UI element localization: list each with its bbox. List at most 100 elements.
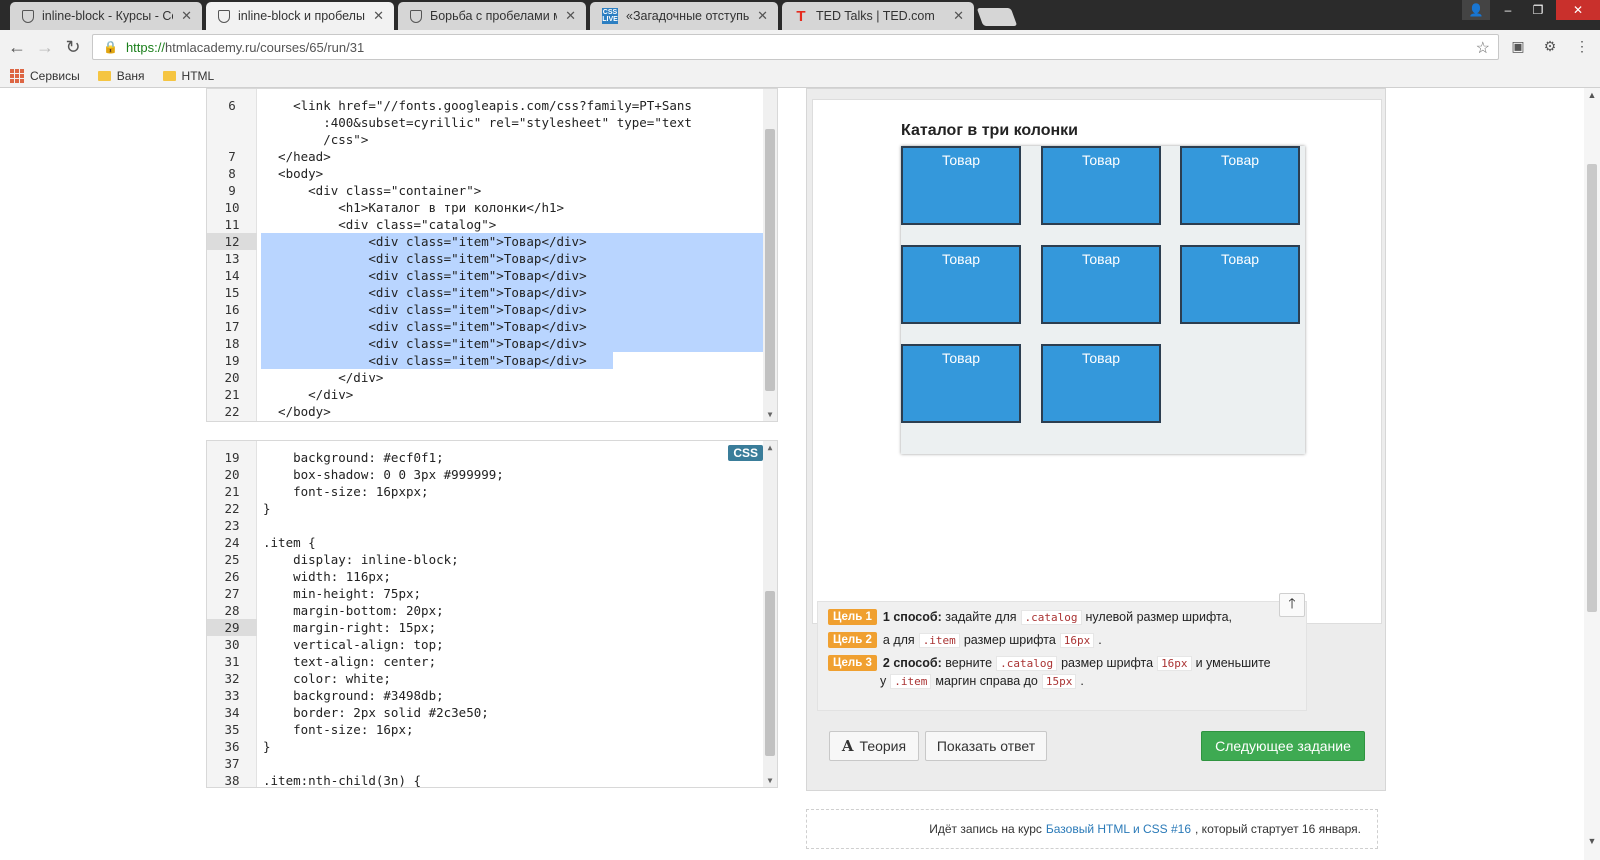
css-code-editor[interactable]: 19 background: #ecf0f1; 20 box-shadow: 0 … bbox=[206, 440, 778, 788]
code-line[interactable]: /css"> bbox=[207, 131, 747, 148]
code-line[interactable]: 25 display: inline-block; bbox=[207, 551, 747, 568]
minimize-icon[interactable]: – bbox=[1494, 0, 1522, 20]
code-line[interactable]: 22} bbox=[207, 500, 747, 517]
close-icon[interactable]: ✕ bbox=[181, 8, 192, 24]
extension-icon[interactable]: ⚙ bbox=[1540, 36, 1560, 56]
code-line[interactable]: 15 <div class="item">Товар</div> bbox=[207, 284, 747, 301]
course-link[interactable]: Базовый HTML и CSS #16 bbox=[1046, 822, 1191, 836]
code-line[interactable]: 14 <div class="item">Товар</div> bbox=[207, 267, 747, 284]
code-line[interactable]: 29 margin-right: 15px; bbox=[207, 619, 747, 636]
next-task-button[interactable]: Следующее задание bbox=[1201, 731, 1365, 761]
code-line[interactable]: 21 </div> bbox=[207, 386, 747, 403]
close-icon[interactable]: ✕ bbox=[565, 8, 576, 24]
code-line[interactable]: 20 </div> bbox=[207, 369, 747, 386]
code-line[interactable]: 21 font-size: 16pxpx; bbox=[207, 483, 747, 500]
line-number: 7 bbox=[228, 149, 236, 164]
code-line[interactable]: 7 </head> bbox=[207, 148, 747, 165]
scroll-down-icon[interactable]: ▼ bbox=[1584, 836, 1600, 846]
code-line[interactable]: 31 text-align: center; bbox=[207, 653, 747, 670]
code-line[interactable]: 13 <div class="item">Товар</div> bbox=[207, 250, 747, 267]
folder-icon bbox=[97, 70, 111, 81]
scroll-up-icon[interactable]: ▲ bbox=[763, 443, 777, 452]
code-line[interactable]: 9 <div class="container"> bbox=[207, 182, 747, 199]
goal-3-continued: у .item маргин справа до 15px . bbox=[880, 672, 1084, 690]
forward-icon[interactable]: → bbox=[34, 36, 56, 58]
window-close-icon[interactable]: ✕ bbox=[1556, 0, 1600, 20]
tab-4[interactable]: CSS LIVE «Загадочные отступы» ✕ bbox=[590, 2, 778, 30]
scroll-thumb[interactable] bbox=[765, 129, 775, 391]
code-line[interactable]: 26 width: 116px; bbox=[207, 568, 747, 585]
code-line[interactable]: 8 <body> bbox=[207, 165, 747, 182]
theory-button[interactable]: A Теория bbox=[829, 731, 919, 761]
code-line[interactable]: 17 <div class="item">Товар</div> bbox=[207, 318, 747, 335]
code-line[interactable]: 33 background: #3498db; bbox=[207, 687, 747, 704]
extension-icon[interactable]: ▣ bbox=[1508, 36, 1528, 56]
code-line[interactable]: 32 color: white; bbox=[207, 670, 747, 687]
close-icon[interactable]: ✕ bbox=[373, 8, 384, 24]
url-path: htmlacademy.ru/courses/65/run/31 bbox=[164, 39, 365, 55]
bookmark-html[interactable]: HTML bbox=[162, 69, 214, 83]
bookmark-label: Сервисы bbox=[30, 68, 80, 83]
scroll-down-icon[interactable]: ▼ bbox=[763, 410, 777, 419]
code-line[interactable]: 37 bbox=[207, 755, 747, 772]
line-number: 32 bbox=[224, 671, 240, 686]
line-number: 34 bbox=[224, 705, 240, 720]
code-line[interactable]: 22 </body> bbox=[207, 403, 747, 420]
bookmark-services[interactable]: Сервисы bbox=[10, 68, 80, 83]
code-line[interactable]: 19 <div class="item">Товар</div> bbox=[207, 352, 747, 369]
code-text: } bbox=[263, 501, 271, 516]
user-icon[interactable]: 👤 bbox=[1462, 0, 1490, 20]
line-number: 8 bbox=[228, 166, 236, 181]
scroll-thumb[interactable] bbox=[765, 591, 775, 756]
tab-2[interactable]: inline-block и пробелы ✕ bbox=[206, 2, 394, 30]
code-line[interactable]: 27 min-height: 75px; bbox=[207, 585, 747, 602]
html-editor-scrollbar[interactable]: ▼ bbox=[763, 89, 777, 421]
code-line[interactable]: 28 margin-bottom: 20px; bbox=[207, 602, 747, 619]
scroll-thumb[interactable] bbox=[1587, 164, 1597, 612]
code-line[interactable]: 30 vertical-align: top; bbox=[207, 636, 747, 653]
code-line[interactable]: :400&subset=cyrillic" rel="stylesheet" t… bbox=[207, 114, 747, 131]
code-line[interactable]: 19 background: #ecf0f1; bbox=[207, 449, 747, 466]
goal-method: 1 способ: bbox=[882, 610, 942, 624]
tab-title: TED Talks | TED.com bbox=[816, 9, 935, 23]
code-line[interactable]: 34 border: 2px solid #2c3e50; bbox=[207, 704, 747, 721]
html-code-editor[interactable]: 6 <link href="//fonts.googleapis.com/css… bbox=[206, 88, 778, 422]
tab-5[interactable]: T TED Talks | TED.com ✕ bbox=[782, 2, 974, 30]
menu-icon[interactable]: ⋮ bbox=[1572, 36, 1592, 56]
close-icon[interactable]: ✕ bbox=[953, 8, 964, 24]
code-line[interactable]: 18 <div class="item">Товар</div> bbox=[207, 335, 747, 352]
code-line[interactable]: 35 font-size: 16px; bbox=[207, 721, 747, 738]
apps-icon bbox=[10, 68, 24, 83]
tab-3[interactable]: Борьба с пробелами ме ✕ bbox=[398, 2, 586, 30]
back-icon[interactable]: ← bbox=[6, 36, 28, 58]
goal-text: и уменьшите bbox=[1195, 656, 1271, 670]
code-line[interactable]: 16 <div class="item">Товар</div> bbox=[207, 301, 747, 318]
line-number: 29 bbox=[207, 619, 257, 636]
code-line[interactable]: 6 <link href="//fonts.googleapis.com/css… bbox=[207, 97, 747, 114]
code-line[interactable]: 12 <div class="item">Товар</div> bbox=[207, 233, 747, 250]
goal-text: а для bbox=[882, 633, 915, 647]
bookmark-vanya[interactable]: Ваня bbox=[97, 69, 145, 83]
close-icon[interactable]: ✕ bbox=[757, 8, 768, 24]
code-text: .item:nth-child(3n) { bbox=[263, 773, 422, 788]
new-tab-button[interactable] bbox=[976, 8, 1018, 26]
code-line[interactable]: 20 box-shadow: 0 0 3px #999999; bbox=[207, 466, 747, 483]
catalog-item: Товар bbox=[1041, 146, 1161, 225]
code-line[interactable]: 24 .item { bbox=[207, 534, 747, 551]
code-line[interactable]: 11 <div class="catalog"> bbox=[207, 216, 747, 233]
arrow-up-icon[interactable]: 🡑 bbox=[1279, 593, 1305, 617]
code-line[interactable]: 36} bbox=[207, 738, 747, 755]
code-line[interactable]: 23 bbox=[207, 517, 747, 534]
css-editor-scrollbar[interactable]: ▲ ▼ bbox=[763, 441, 777, 787]
page-scrollbar[interactable]: ▲ ▼ bbox=[1584, 88, 1600, 860]
address-bar[interactable]: 🔒 https:// htmlacademy.ru/courses/65/run… bbox=[92, 34, 1499, 60]
scroll-down-icon[interactable]: ▼ bbox=[763, 776, 777, 785]
tab-1[interactable]: inline-block - Курсы - Сс ✕ bbox=[10, 2, 202, 30]
code-line[interactable]: 38 .item:nth-child(3n) { bbox=[207, 772, 747, 788]
maximize-icon[interactable]: ❐ bbox=[1524, 0, 1552, 20]
reload-icon[interactable]: ↻ bbox=[62, 36, 84, 58]
star-icon[interactable]: ☆ bbox=[1476, 38, 1490, 58]
show-answer-button[interactable]: Показать ответ bbox=[925, 731, 1047, 761]
code-line[interactable]: 10 <h1>Каталог в три колонки</h1> bbox=[207, 199, 747, 216]
scroll-up-icon[interactable]: ▲ bbox=[1584, 90, 1600, 100]
